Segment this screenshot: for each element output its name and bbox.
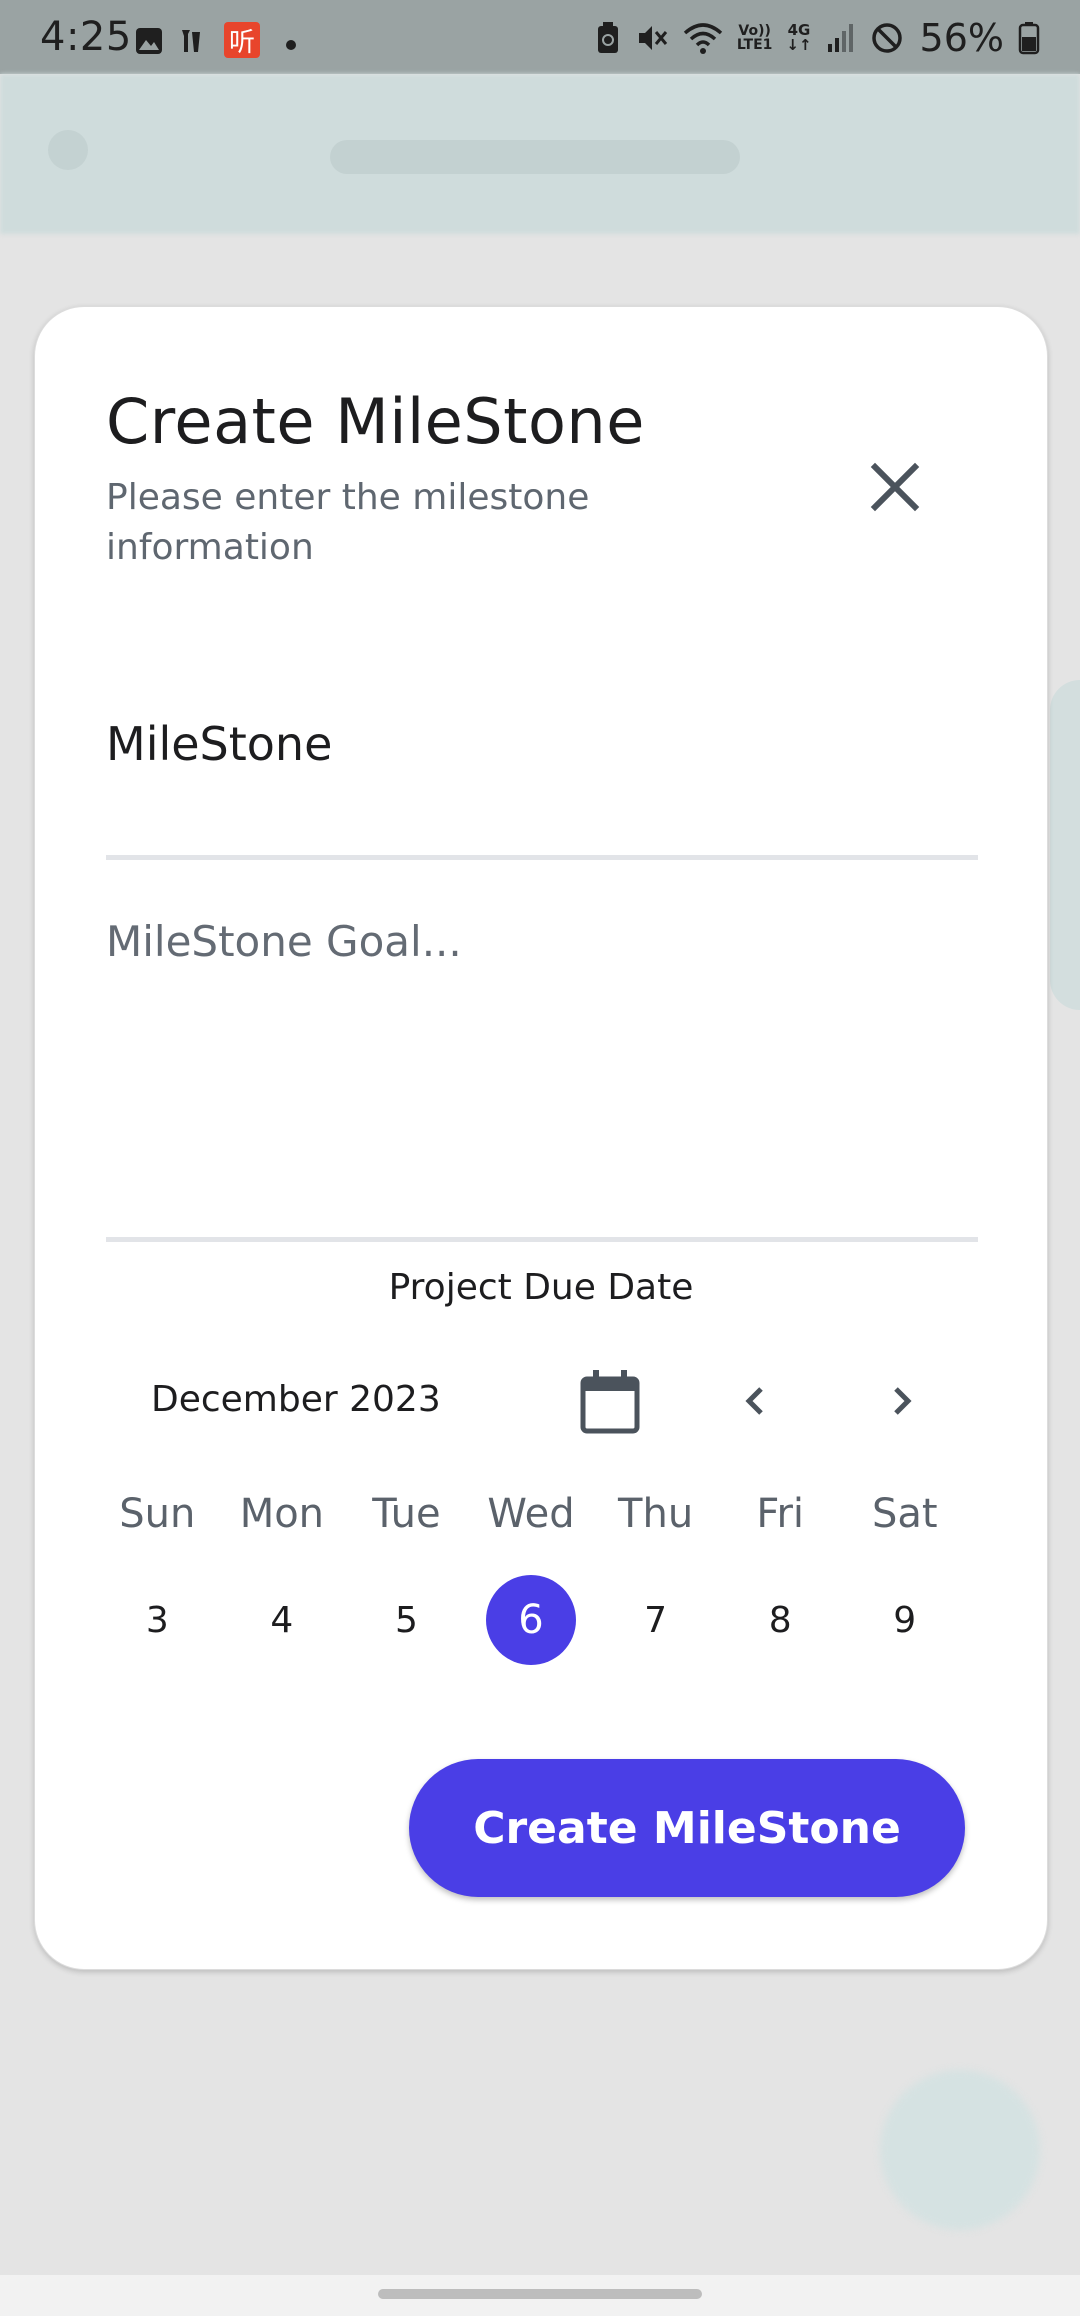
due-date-label: Project Due Date	[388, 1267, 694, 1308]
battery-percent: 56%	[919, 16, 1004, 60]
dot-icon	[286, 40, 296, 50]
milestone-name-field[interactable]: MileStone	[106, 697, 978, 860]
battery-saver-icon	[597, 22, 618, 53]
next-week-button[interactable]	[872, 1371, 932, 1431]
calendar-day[interactable]: 8	[718, 1575, 843, 1665]
block-icon	[871, 23, 902, 53]
weekday-label: Sat	[871, 1491, 938, 1537]
weekday-header: Sun Mon Tue Wed Thu Fri Sat	[95, 1491, 967, 1537]
weekday-label: Sun	[119, 1491, 196, 1537]
chevron-right-icon	[894, 1387, 912, 1415]
calendar-day[interactable]: 3	[95, 1575, 220, 1665]
navigation-bar	[0, 2275, 1080, 2316]
month-label[interactable]: December 2023	[151, 1379, 441, 1420]
calendar-day[interactable]: 9	[842, 1575, 967, 1665]
dialog-title: Create MileStone	[106, 385, 645, 458]
close-icon	[870, 462, 920, 512]
calendar-day[interactable]: 4	[220, 1575, 345, 1665]
weekday-label: Mon	[239, 1491, 325, 1537]
background-card-edge	[1050, 680, 1080, 1010]
image-icon	[136, 28, 162, 54]
calendar-day[interactable]: 5	[344, 1575, 469, 1665]
week-days-row: 3 4 5 6 7 8 9	[95, 1575, 967, 1665]
listen-app-icon: 听	[224, 22, 260, 58]
news-icon	[182, 30, 200, 52]
weekday-label: Fri	[756, 1491, 804, 1537]
background-title	[330, 140, 740, 174]
calendar-day[interactable]: 7	[593, 1575, 718, 1665]
signal-icon	[827, 24, 853, 52]
weekday-label: Tue	[372, 1491, 441, 1537]
4g-icon: 4G ↓↑	[786, 21, 812, 54]
status-icons: Vo)) LTE1 4G ↓↑ 56%	[595, 16, 1040, 60]
calendar-day-selected[interactable]: 6	[469, 1575, 594, 1665]
chevron-left-icon	[745, 1387, 763, 1415]
battery-icon	[1018, 22, 1040, 55]
weekday-label: Thu	[618, 1491, 694, 1537]
background-menu-icon	[48, 130, 88, 170]
wifi-icon	[683, 23, 723, 54]
create-milestone-dialog: Create MileStone Please enter the milest…	[34, 306, 1048, 1970]
weekday-label: Wed	[487, 1491, 575, 1537]
milestone-goal-placeholder: MileStone Goal...	[106, 917, 462, 966]
status-time: 4:25	[40, 14, 132, 60]
status-bar: 4:25 听 Vo)) LTE1 4G ↓↑ 56%	[0, 0, 1080, 74]
calendar-icon[interactable]	[575, 1367, 645, 1437]
milestone-goal-field[interactable]: MileStone Goal...	[106, 859, 978, 1242]
mute-icon	[638, 26, 668, 50]
volte-icon: Vo)) LTE1	[736, 23, 773, 53]
close-button[interactable]	[855, 447, 935, 527]
home-gesture-handle[interactable]	[378, 2289, 702, 2299]
milestone-name-value: MileStone	[106, 717, 333, 771]
background-fab	[880, 2070, 1040, 2230]
previous-week-button[interactable]	[725, 1371, 785, 1431]
create-milestone-button[interactable]: Create MileStone	[409, 1759, 965, 1897]
dialog-subtitle: Please enter the milestone information	[106, 477, 590, 568]
